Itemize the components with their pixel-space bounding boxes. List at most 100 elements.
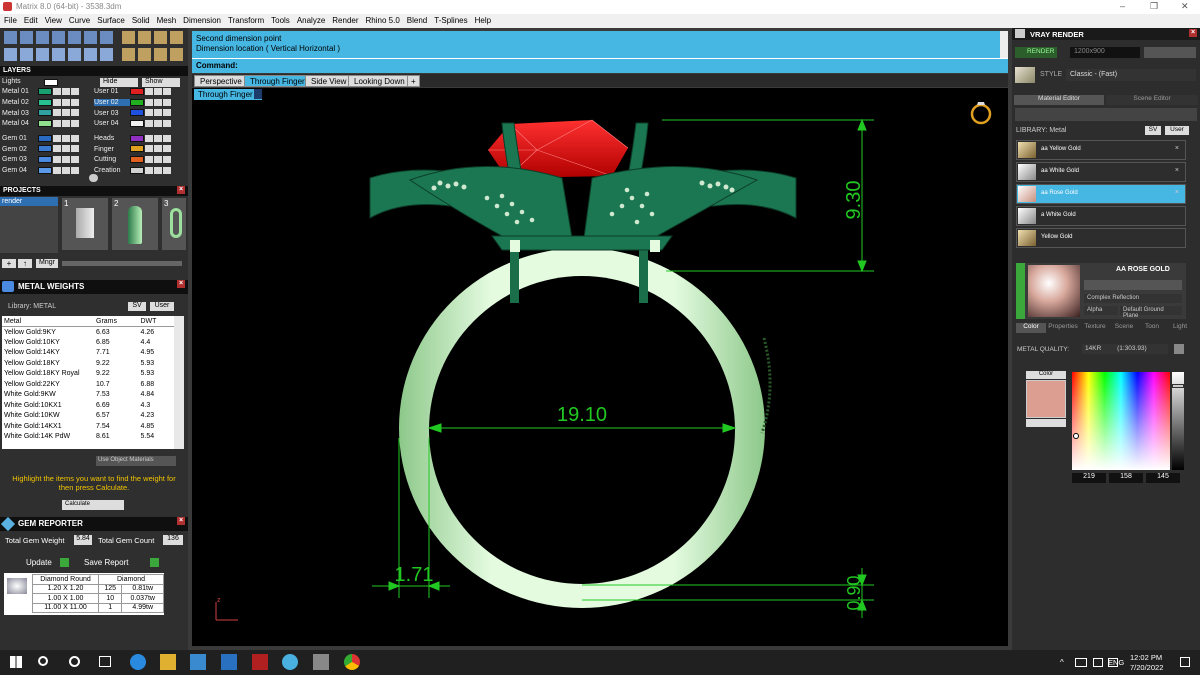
table-row[interactable]: White Gold:14KX1 7.54 4.85 (2, 421, 174, 432)
tab-material-editor[interactable]: Material Editor (1014, 95, 1104, 105)
table-row[interactable]: Yellow Gold:9KY 6.63 4.26 (2, 327, 174, 338)
lock-icon[interactable] (145, 145, 153, 153)
menu-rhino[interactable]: Rhino 5.0 (366, 16, 400, 28)
material-item[interactable]: aa Yellow Gold × (1016, 140, 1186, 160)
color-swatch[interactable] (1026, 380, 1066, 418)
render-options-icons[interactable] (1144, 47, 1196, 58)
project-scrollbar[interactable] (62, 261, 182, 266)
metal-quality-select[interactable]: 14KR (1:303.93) (1082, 344, 1168, 354)
material-item[interactable]: aa White Gold × (1016, 162, 1186, 182)
cortana-icon[interactable] (69, 656, 80, 667)
lights-row[interactable]: Lights (2, 78, 21, 88)
up-project-button[interactable]: ↑ (18, 259, 32, 268)
gem-reporter-close-icon[interactable]: × (177, 517, 185, 525)
lock-icon[interactable] (145, 156, 153, 164)
tab-add[interactable]: + (407, 75, 420, 87)
menu-analyze[interactable]: Analyze (297, 16, 325, 28)
user-button[interactable]: User (150, 302, 174, 311)
eye-icon[interactable] (154, 88, 162, 95)
project-item-render[interactable]: render (0, 197, 58, 206)
subtab-texture[interactable]: Texture (1080, 323, 1110, 333)
task-view-icon[interactable] (99, 656, 111, 667)
metal-weights-scrollbar[interactable] (174, 316, 184, 449)
table-row[interactable]: Yellow Gold:22KY 10.7 6.88 (2, 379, 174, 390)
projects-close-icon[interactable]: × (177, 186, 185, 194)
eye-icon[interactable] (154, 109, 162, 117)
bulb-icon[interactable] (163, 145, 171, 153)
material-item[interactable]: aa Rose Gold × (1016, 184, 1186, 204)
color-swatch-buttons[interactable] (1026, 419, 1066, 427)
table-row[interactable]: 1.00 X 1.00 10 0.037tw (32, 593, 164, 604)
menu-edit[interactable]: Edit (24, 16, 38, 28)
bulb-icon[interactable] (163, 156, 171, 164)
viewport[interactable]: Through Finger 9.30 19.10 1.71 0.90 z (192, 88, 1008, 646)
color-picker[interactable] (1072, 372, 1170, 470)
update-go-icon[interactable] (60, 558, 69, 567)
eye-icon[interactable] (62, 120, 70, 128)
lib-user-button[interactable]: User (1165, 126, 1189, 135)
bulb-icon[interactable] (71, 98, 79, 106)
sv-button[interactable]: SV (128, 302, 146, 311)
lock-icon[interactable] (145, 166, 153, 174)
layer-color-swatch[interactable] (130, 166, 144, 174)
menu-tools[interactable]: Tools (271, 16, 290, 28)
alpha-select[interactable]: Alpha (1084, 306, 1118, 315)
table-row[interactable]: 11.00 X 11.00 1 4.99tw (32, 602, 164, 613)
subtab-color[interactable]: Color (1016, 323, 1046, 333)
layer-row-l-5[interactable]: Gem 02 (2, 145, 92, 156)
table-row[interactable]: Yellow Gold:10KY 6.85 4.4 (2, 337, 174, 348)
bulb-icon[interactable] (71, 156, 79, 164)
save-go-icon[interactable] (150, 558, 159, 567)
rhino-app-icon[interactable] (252, 654, 268, 670)
layer-color-swatch[interactable] (130, 120, 144, 128)
tab-side-view[interactable]: Side View (305, 75, 353, 87)
table-row[interactable]: White Gold:14K PdW 8.61 5.54 (2, 432, 174, 443)
complex-reflection-select[interactable]: Complex Reflection (1084, 294, 1182, 303)
use-object-materials-button[interactable]: Use Object Materials (96, 456, 176, 466)
toolbar-icons[interactable] (2, 30, 186, 64)
layer-row-l-6[interactable]: Gem 03 (2, 156, 92, 167)
update-button[interactable]: Update (26, 558, 52, 567)
layer-row-r-3[interactable]: User 04 (94, 120, 186, 131)
lib-sv-button[interactable]: SV (1145, 126, 1161, 135)
project-thumb-3[interactable]: 3 (162, 198, 186, 250)
bulb-icon[interactable] (71, 109, 79, 117)
brightness-handle-icon[interactable] (1172, 384, 1184, 388)
eye-icon[interactable] (62, 88, 70, 95)
menu-curve[interactable]: Curve (69, 16, 90, 28)
edge-icon[interactable] (130, 654, 146, 670)
menu-file[interactable]: File (4, 16, 17, 28)
lock-icon[interactable] (53, 145, 61, 153)
start-icon[interactable] (10, 656, 22, 668)
lock-icon[interactable] (53, 109, 61, 117)
layer-row-r-5[interactable]: Finger (94, 145, 186, 156)
lock-icon[interactable] (53, 156, 61, 164)
file-explorer-icon[interactable] (160, 654, 176, 670)
eye-icon[interactable] (62, 134, 70, 142)
tab-looking-down[interactable]: Looking Down (348, 75, 411, 87)
layer-row-l-1[interactable]: Metal 02 (2, 98, 92, 110)
eye-icon[interactable] (154, 166, 162, 174)
layer-color-swatch[interactable] (130, 98, 144, 106)
layer-color-swatch[interactable] (38, 98, 52, 106)
volume-icon[interactable] (1093, 658, 1103, 667)
menu-mesh[interactable]: Mesh (157, 16, 177, 28)
eye-icon[interactable] (62, 98, 70, 106)
color-picker-cursor-icon[interactable] (1073, 433, 1079, 439)
rgb-b-field[interactable]: 145 (1146, 473, 1180, 483)
eye-icon[interactable] (62, 166, 70, 174)
table-row[interactable]: White Gold:9KW 7.53 4.84 (2, 390, 174, 401)
clock-date[interactable]: 7/20/2022 (1130, 663, 1163, 672)
bulb-icon[interactable] (71, 166, 79, 174)
subtab-scene[interactable]: Scene (1110, 323, 1138, 333)
layer-color-swatch[interactable] (130, 88, 144, 95)
close-button[interactable]: ✕ (1181, 1, 1189, 12)
layer-color-swatch[interactable] (38, 120, 52, 128)
bulb-icon[interactable] (163, 166, 171, 174)
eye-icon[interactable] (154, 98, 162, 106)
command-prompt[interactable]: Command: (192, 58, 1008, 72)
layer-color-swatch[interactable] (38, 134, 52, 142)
bulb-icon[interactable] (71, 88, 79, 95)
add-project-button[interactable]: + (2, 259, 16, 268)
table-row[interactable]: White Gold:10KX1 6.69 4.3 (2, 400, 174, 411)
